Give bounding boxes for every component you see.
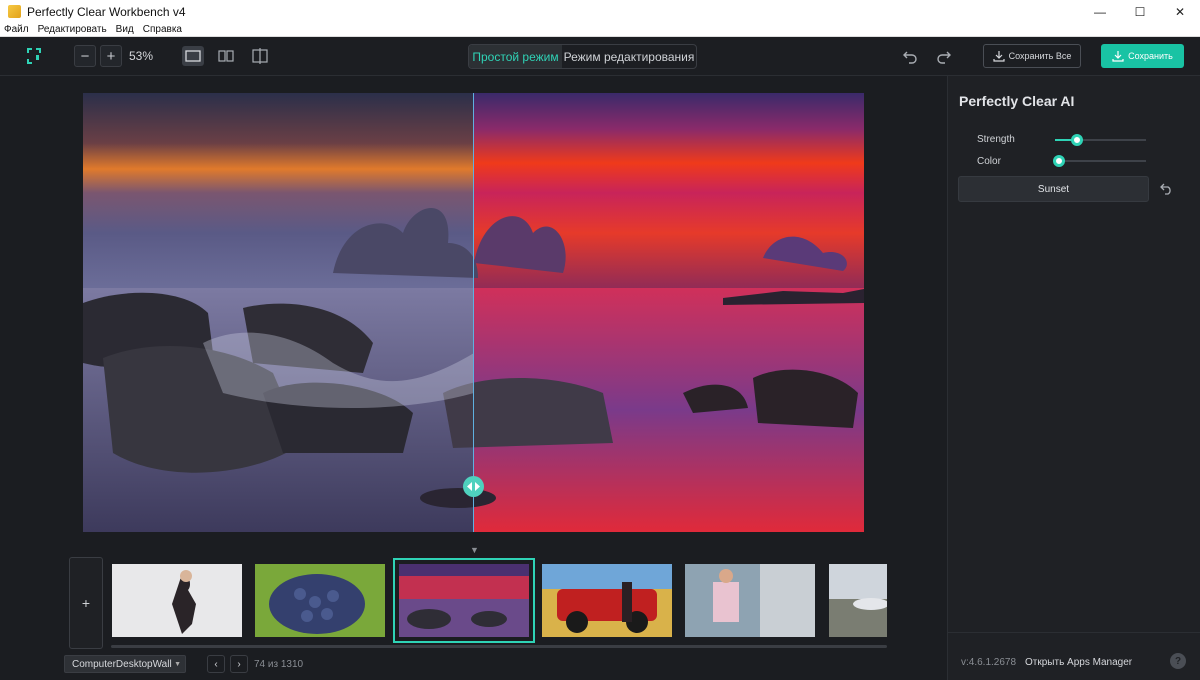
prev-image-button[interactable]: ‹ — [207, 655, 225, 673]
split-view-icon[interactable] — [249, 46, 271, 66]
maximize-button[interactable]: ☐ — [1120, 0, 1160, 23]
preset-button[interactable]: Sunset — [958, 176, 1149, 202]
menu-help[interactable]: Справка — [143, 24, 182, 35]
reset-icon[interactable] — [1160, 181, 1176, 197]
image-counter: 74 из 1310 — [254, 659, 304, 670]
save-label: Сохранить — [1128, 51, 1173, 61]
filmstrip-scrollbar[interactable] — [111, 645, 887, 648]
panel-title: Perfectly Clear AI — [959, 93, 1075, 109]
window-title: Perfectly Clear Workbench v4 — [27, 4, 186, 19]
zoom-in-button[interactable]: + — [100, 45, 122, 67]
help-icon[interactable]: ? — [1170, 653, 1186, 669]
thumbnail-selected[interactable] — [393, 558, 535, 643]
split-line[interactable] — [473, 93, 474, 532]
apps-manager-link[interactable]: Открыть Apps Manager — [1025, 657, 1132, 668]
thumbnail[interactable] — [542, 564, 672, 637]
single-view-icon[interactable] — [182, 46, 204, 66]
panel-footer: v:4.6.1.2678 Открыть Apps Manager ? — [948, 632, 1200, 680]
image-canvas — [0, 76, 947, 548]
undo-icon[interactable] — [900, 46, 920, 66]
save-all-label: Сохранить Все — [1008, 51, 1072, 61]
thumbnail[interactable] — [685, 564, 815, 637]
next-image-button[interactable]: › — [230, 655, 248, 673]
edit-mode-tab[interactable]: Режим редактирования — [562, 45, 696, 68]
color-slider-thumb[interactable] — [1053, 155, 1065, 167]
menu-bar: Файл Редактировать Вид Справка — [0, 23, 1200, 37]
zoom-out-button[interactable]: − — [74, 45, 96, 67]
download-icon — [993, 51, 1005, 62]
strength-label: Strength — [977, 134, 1015, 145]
strength-slider-thumb[interactable] — [1071, 134, 1083, 146]
side-by-side-view-icon[interactable] — [215, 46, 237, 66]
app-logo-icon — [25, 46, 43, 66]
main-toolbar: − + 53% Простой режим Режим редактирован… — [0, 37, 1200, 76]
thumbnail[interactable] — [829, 564, 887, 637]
save-all-button[interactable]: Сохранить Все — [983, 44, 1081, 68]
menu-edit[interactable]: Редактировать — [38, 24, 107, 35]
zoom-level: 53% — [129, 49, 154, 63]
filmstrip: ▼ + — [0, 545, 947, 655]
folder-name: ComputerDesktopWall — [72, 658, 172, 670]
close-button[interactable]: ✕ — [1160, 0, 1200, 23]
mode-switch: Простой режим Режим редактирования — [468, 44, 697, 69]
thumbnail[interactable] — [255, 564, 385, 637]
adjustments-panel: Perfectly Clear AI Strength Color Sunset… — [947, 76, 1200, 680]
redo-icon[interactable] — [934, 46, 954, 66]
preview-image[interactable] — [83, 93, 864, 532]
download-icon — [1112, 51, 1124, 62]
split-handle-icon[interactable] — [463, 476, 484, 497]
version-label: v:4.6.1.2678 — [961, 657, 1017, 668]
title-bar: Perfectly Clear Workbench v4 — ☐ ✕ — [0, 0, 1200, 23]
menu-view[interactable]: Вид — [116, 24, 134, 35]
minimize-button[interactable]: — — [1080, 0, 1120, 23]
save-button[interactable]: Сохранить — [1101, 44, 1184, 68]
menu-file[interactable]: Файл — [4, 24, 29, 35]
selected-marker-icon: ▼ — [470, 545, 479, 555]
chevron-down-icon: ▼ — [174, 660, 181, 668]
color-label: Color — [977, 156, 1001, 167]
bottom-bar: ComputerDesktopWall ▼ ‹ › 74 из 1310 — [0, 650, 947, 680]
color-slider[interactable] — [1053, 155, 1146, 167]
add-images-button[interactable]: + — [69, 557, 103, 649]
strength-slider[interactable] — [1055, 134, 1146, 146]
thumbnail[interactable] — [112, 564, 242, 637]
simple-mode-tab[interactable]: Простой режим — [469, 45, 562, 68]
folder-select[interactable]: ComputerDesktopWall ▼ — [64, 655, 186, 673]
app-icon — [8, 5, 21, 18]
